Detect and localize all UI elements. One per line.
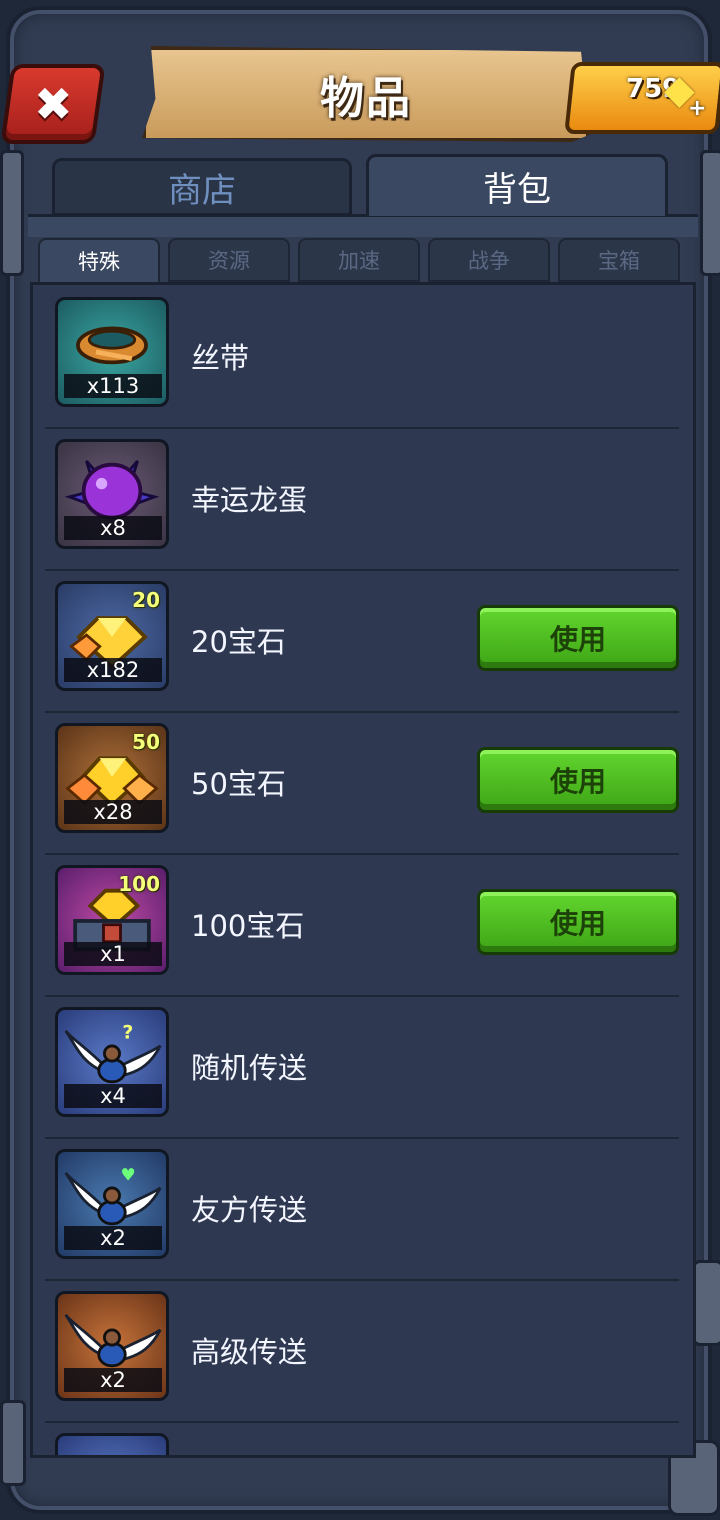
- subtab-label: 宝箱: [598, 249, 640, 273]
- subtab-label: 战争: [468, 249, 510, 273]
- subtab-speedup[interactable]: 加速: [298, 238, 420, 282]
- list-item: 20 x182 20宝石 使用: [45, 569, 679, 713]
- gem-pack-icon: 50 x28: [55, 723, 169, 833]
- list-item: 100 x1 100宝石 使用: [45, 853, 679, 997]
- tab-bag-label: 背包: [483, 170, 551, 210]
- random-teleport-icon: ? x4: [55, 1007, 169, 1117]
- list-item: ? x4 随机传送: [45, 995, 679, 1139]
- item-name: 100宝石: [191, 909, 305, 943]
- item-name: 随机传送: [191, 1051, 308, 1085]
- item-name: 20宝石: [191, 625, 286, 659]
- list-item: 50 x28 50宝石 使用: [45, 711, 679, 855]
- subtab-label: 资源: [208, 249, 250, 273]
- subtab-special[interactable]: 特殊: [38, 238, 160, 284]
- gem-pack-icon: 20 x182: [55, 581, 169, 691]
- title-banner: 物品: [142, 46, 590, 142]
- frame-rock: [700, 150, 720, 276]
- tab-bag[interactable]: 背包: [366, 154, 668, 216]
- close-button[interactable]: ✖: [0, 64, 106, 144]
- frame-rock: [0, 150, 24, 276]
- item-quantity: x182: [64, 658, 162, 682]
- page-title: 物品: [320, 73, 412, 124]
- plus-icon[interactable]: +: [688, 96, 706, 121]
- gem-chest-icon: 100 x1: [55, 865, 169, 975]
- frame-rock: [692, 1260, 720, 1346]
- use-button-label: 使用: [549, 907, 606, 940]
- item-quantity: x28: [64, 800, 162, 824]
- subtab-war[interactable]: 战争: [428, 238, 550, 282]
- item-name: 幸运龙蛋: [191, 483, 308, 517]
- tab-shop-label: 商店: [168, 170, 236, 211]
- item-quantity: x8: [64, 516, 162, 540]
- item-badge: 50: [132, 730, 160, 754]
- item-badge: 20: [132, 588, 160, 612]
- list-item: x113 丝带: [45, 285, 679, 429]
- item-icon: [55, 1433, 169, 1455]
- advanced-teleport-icon: x2: [55, 1291, 169, 1401]
- item-quantity: x1: [64, 942, 162, 966]
- use-button-label: 使用: [549, 765, 606, 798]
- close-icon: ✖: [33, 77, 73, 131]
- item-name: 丝带: [191, 341, 250, 375]
- use-button[interactable]: 使用: [477, 605, 679, 671]
- list-item: ♥ x2 友方传送: [45, 1137, 679, 1281]
- subtab-resources[interactable]: 资源: [168, 238, 290, 282]
- svg-text:♥: ♥: [121, 1165, 136, 1185]
- dragon-egg-icon: x8: [55, 439, 169, 549]
- list-item: x8 幸运龙蛋: [45, 427, 679, 571]
- tab-bar: [28, 214, 698, 237]
- tab-shop[interactable]: 商店: [52, 158, 352, 216]
- item-list[interactable]: x113 丝带 x8 幸运龙蛋 20 x182 20宝石 使用 50 x28 5…: [30, 282, 696, 1458]
- friendly-teleport-icon: ♥ x2: [55, 1149, 169, 1259]
- subtab-label: 加速: [338, 249, 380, 273]
- use-button-label: 使用: [549, 623, 606, 656]
- list-item: [45, 1421, 679, 1455]
- item-quantity: x2: [64, 1368, 162, 1392]
- use-button[interactable]: 使用: [477, 747, 679, 813]
- frame-rock: [0, 1400, 26, 1486]
- item-quantity: x4: [64, 1084, 162, 1108]
- use-button[interactable]: 使用: [477, 889, 679, 955]
- item-quantity: x113: [64, 374, 162, 398]
- subtab-label: 特殊: [78, 250, 120, 274]
- item-name: 友方传送: [191, 1193, 308, 1227]
- list-item: x2 高级传送: [45, 1279, 679, 1423]
- item-name: 高级传送: [191, 1335, 308, 1369]
- item-quantity: x2: [64, 1226, 162, 1250]
- svg-text:?: ?: [122, 1021, 133, 1043]
- item-name: 50宝石: [191, 767, 286, 801]
- ribbon-icon: x113: [55, 297, 169, 407]
- subtab-chest[interactable]: 宝箱: [558, 238, 680, 282]
- item-badge: 100: [118, 872, 160, 896]
